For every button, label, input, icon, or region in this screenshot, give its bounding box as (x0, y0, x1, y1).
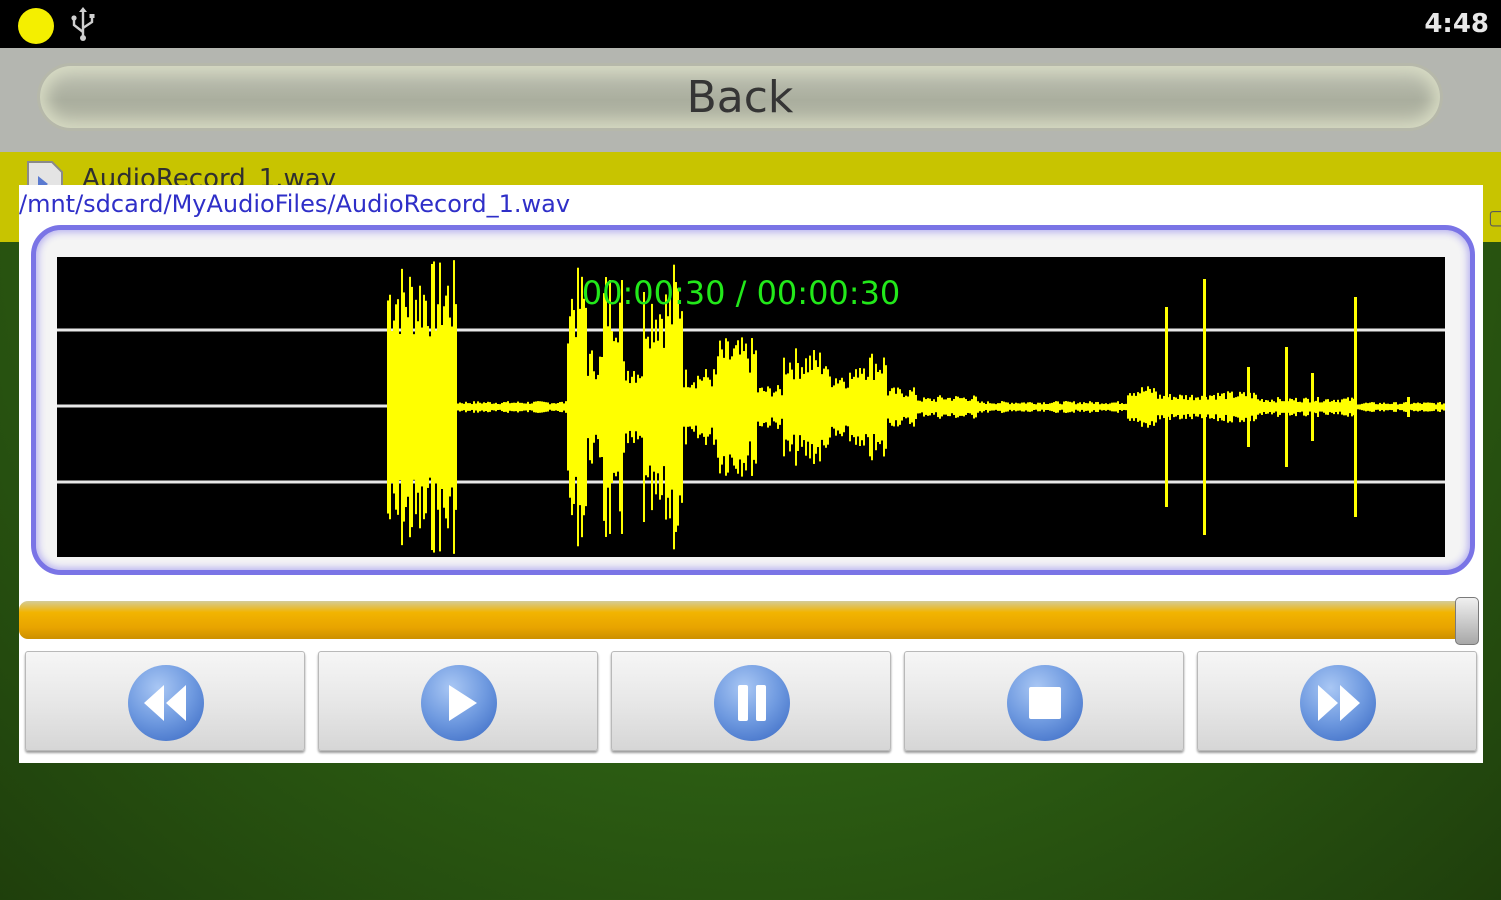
fast-forward-icon (1300, 665, 1376, 741)
rewind-button[interactable] (25, 651, 305, 751)
status-bar: 4:48 (0, 0, 1501, 48)
notification-dot-icon (18, 8, 54, 44)
row-edge-mark: ▢ (1488, 205, 1501, 229)
time-readout: 00:00:30 / 00:00:30 (581, 274, 901, 312)
usb-icon (71, 7, 95, 41)
back-button[interactable]: Back (40, 66, 1440, 128)
playback-controls (25, 651, 1479, 755)
status-clock: 4:48 (1424, 9, 1489, 39)
play-icon (421, 665, 497, 741)
audio-player-dialog: /mnt/sdcard/MyAudioFiles/AudioRecord_1.w… (19, 185, 1483, 763)
file-path-label: /mnt/sdcard/MyAudioFiles/AudioRecord_1.w… (19, 190, 571, 218)
play-button[interactable] (318, 651, 598, 751)
progress-thumb[interactable] (1455, 597, 1479, 645)
stop-button[interactable] (904, 651, 1184, 751)
playback-progress-bar[interactable] (19, 601, 1469, 639)
pause-icon (714, 665, 790, 741)
pause-button[interactable] (611, 651, 891, 751)
stop-icon (1007, 665, 1083, 741)
fast-forward-button[interactable] (1197, 651, 1477, 751)
rewind-icon (128, 665, 204, 741)
